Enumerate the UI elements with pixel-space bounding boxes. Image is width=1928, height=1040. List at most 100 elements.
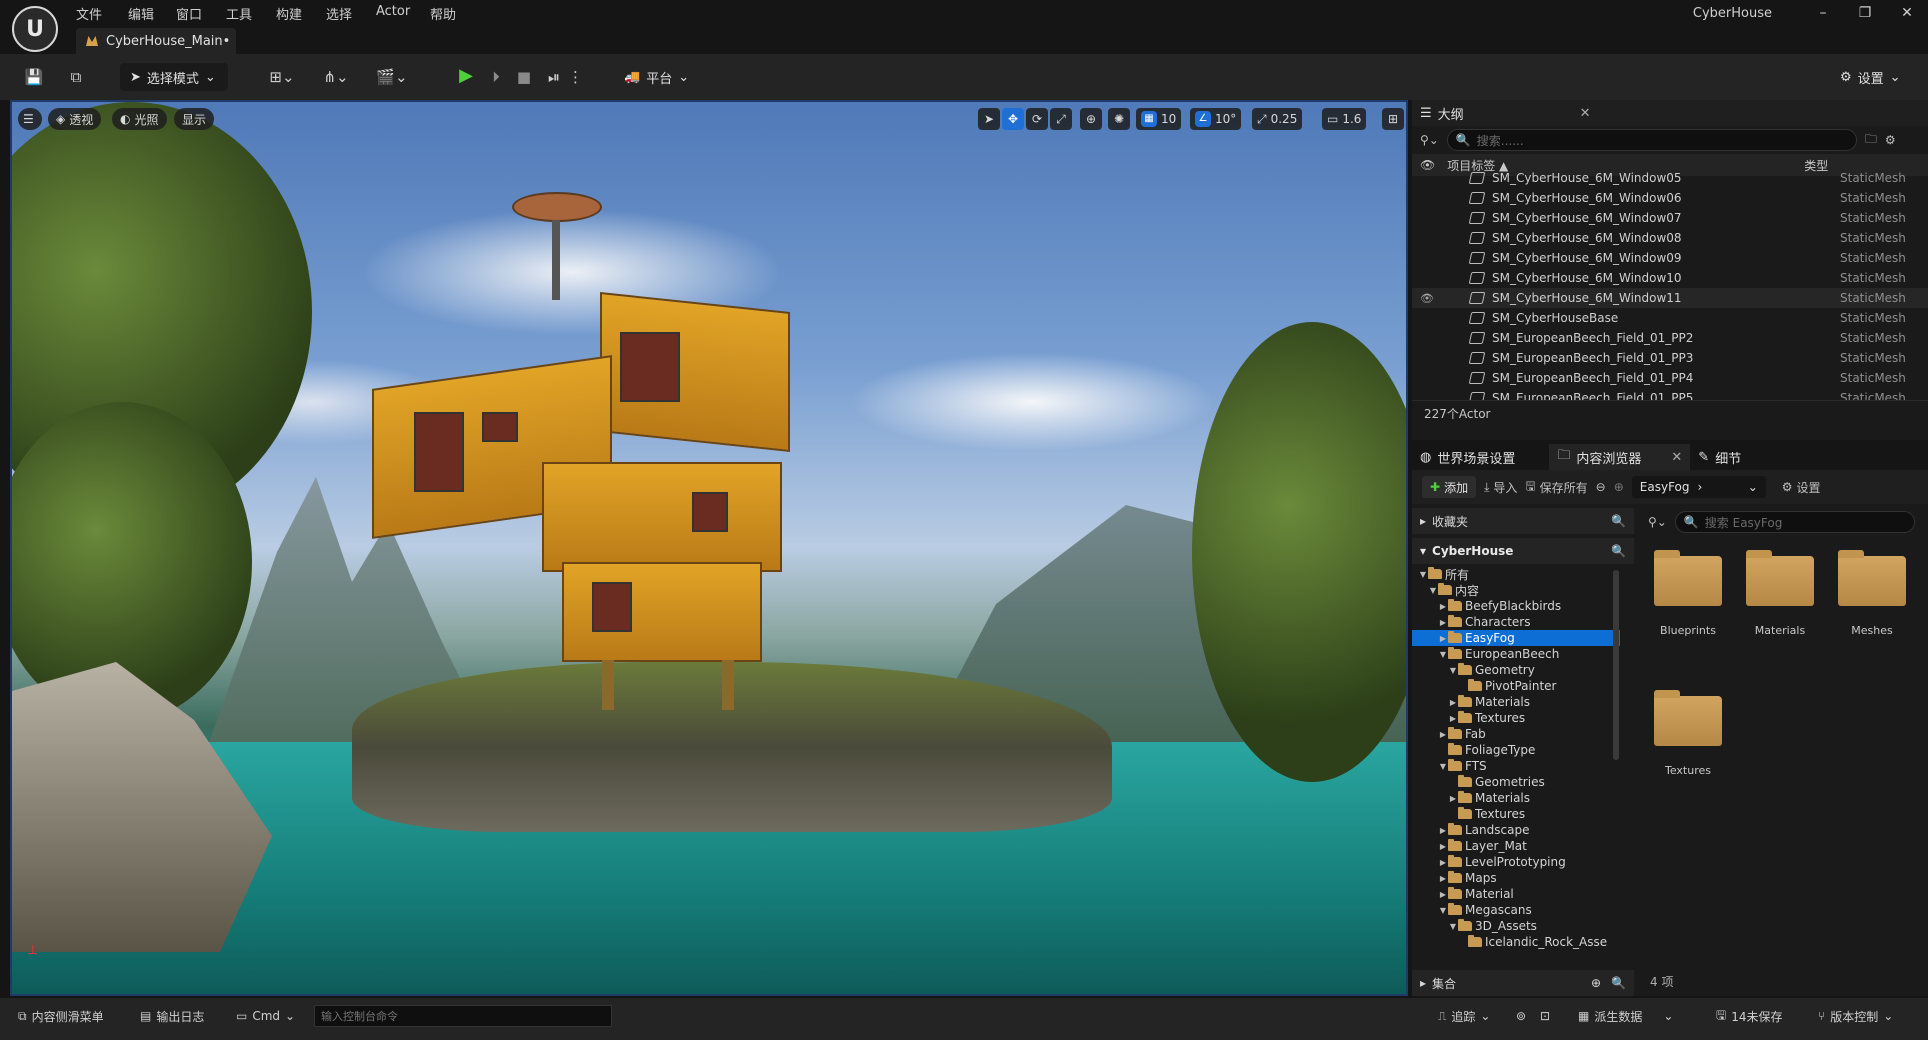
derived-data-button[interactable]: ▦ 派生数据 ⌄ xyxy=(1578,1006,1673,1026)
folder-tree-item[interactable]: ▶ BeefyBlackbirds xyxy=(1412,598,1620,614)
source-control-button[interactable]: ⑂ 版本控制 ⌄ xyxy=(1818,1006,1893,1026)
folder-tree-item[interactable]: ▼ EuropeanBeech xyxy=(1412,646,1620,662)
caret-icon[interactable]: ▶ xyxy=(1438,890,1448,899)
caret-icon[interactable]: ▶ xyxy=(1438,618,1448,627)
world-settings-tab[interactable]: ◍ 世界场景设置 xyxy=(1412,444,1523,470)
outliner-row[interactable]: SM_CyberHouse_6M_Window08 StaticMesh xyxy=(1412,228,1928,248)
caret-icon[interactable]: ▶ xyxy=(1438,874,1448,883)
stop-icon[interactable]: ■ xyxy=(512,66,536,88)
folder-tree-item[interactable]: ▼ 内容 xyxy=(1412,582,1620,598)
folder-tree-item[interactable]: ▶ Characters xyxy=(1412,614,1620,630)
caret-icon[interactable]: ▶ xyxy=(1438,842,1448,851)
translate-tool-icon[interactable]: ✥ xyxy=(1002,108,1024,130)
close-window-icon[interactable]: ✕ xyxy=(1892,2,1922,24)
outliner-row[interactable]: SM_EuropeanBeech_Field_01_PP5 StaticMesh xyxy=(1412,388,1928,400)
path-breadcrumb[interactable]: EasyFog › ⌄ xyxy=(1631,476,1766,498)
show-chip[interactable]: 显示 xyxy=(174,108,215,130)
folder-tree-item[interactable]: ▶ LevelPrototyping xyxy=(1412,854,1620,870)
outliner-row[interactable]: SM_CyberHouse_6M_Window09 StaticMesh xyxy=(1412,248,1928,268)
outliner-row[interactable]: SM_CyberHouseBase StaticMesh xyxy=(1412,308,1928,328)
asset-search-input[interactable]: 🔍 搜索 EasyFog xyxy=(1674,511,1915,533)
caret-icon[interactable]: ▶ xyxy=(1448,794,1458,803)
caret-icon[interactable]: ▶ xyxy=(1438,602,1448,611)
cinematics-icon[interactable]: 🎬⌄ xyxy=(372,66,412,88)
play-options-icon[interactable]: ⏯ xyxy=(542,66,566,88)
menu-edit[interactable]: 编辑 xyxy=(128,4,154,23)
folder-tree-item[interactable]: ▼ FTS xyxy=(1412,758,1620,774)
tree-scrollbar[interactable] xyxy=(1613,570,1619,760)
outliner-tab[interactable]: ☰ 大纲 ✕ xyxy=(1412,100,1928,126)
project-section[interactable]: ▾ CyberHouse 🔍 xyxy=(1412,538,1634,564)
content-drawer-button[interactable]: ⧉ 内容侧滑菜单 xyxy=(18,1006,104,1026)
folder-tree-item[interactable]: ▶ Layer_Mat xyxy=(1412,838,1620,854)
close-tab-icon[interactable]: ✕ xyxy=(1671,450,1682,465)
add-actor-icon[interactable]: ⊞⌄ xyxy=(264,66,300,88)
output-log-button[interactable]: ▤ 输出日志 xyxy=(140,1006,204,1026)
folder-tree-item[interactable]: ▶ Textures xyxy=(1412,710,1620,726)
close-tab-icon[interactable]: ✕ xyxy=(1580,106,1591,121)
outliner-row[interactable]: SM_EuropeanBeech_Field_01_PP3 StaticMesh xyxy=(1412,348,1928,368)
menu-window[interactable]: 窗口 xyxy=(176,4,202,23)
forward-icon[interactable]: ⊕ xyxy=(1614,480,1624,494)
folder-tree-item[interactable]: ▶ Materials xyxy=(1412,694,1620,710)
caret-icon[interactable]: ▶ xyxy=(1448,698,1458,707)
menu-tools[interactable]: 工具 xyxy=(226,4,252,23)
caret-icon[interactable]: ▶ xyxy=(1438,826,1448,835)
folder-tree-item[interactable]: ▼ 所有 xyxy=(1412,566,1620,582)
favorites-section[interactable]: ▸ 收藏夹 🔍 xyxy=(1412,508,1634,534)
perspective-chip[interactable]: ◈ 透视 xyxy=(48,108,102,130)
collections-section[interactable]: ▸ 集合 ⊕ 🔍 xyxy=(1412,970,1634,996)
step-icon[interactable]: ⏵ xyxy=(484,66,508,88)
folder-tree-item[interactable]: ▶ Landscape xyxy=(1412,822,1620,838)
save-icon[interactable]: 💾 xyxy=(22,66,46,88)
folder-tree-item[interactable]: ▶ EasyFog xyxy=(1412,630,1620,646)
folder-tree-item[interactable]: ▶ Fab xyxy=(1412,726,1620,742)
filter-icon[interactable]: ⚲⌄ xyxy=(1648,515,1667,529)
more-options-icon[interactable]: ⋮ xyxy=(568,66,583,88)
menu-select[interactable]: 选择 xyxy=(326,4,352,23)
search-icon[interactable]: 🔍 xyxy=(1611,976,1626,990)
viewport-layout-icon[interactable]: ⊞ xyxy=(1382,108,1404,130)
surface-snap-icon[interactable]: ✺ xyxy=(1108,108,1130,130)
caret-icon[interactable]: ▼ xyxy=(1418,570,1428,579)
gear-icon[interactable]: ⚙ xyxy=(1885,133,1896,147)
scale-tool-icon[interactable]: ⤢ xyxy=(1050,108,1072,130)
import-button[interactable]: ⤓ 导入 xyxy=(1484,479,1517,496)
outliner-row[interactable]: SM_CyberHouse_6M_Window07 StaticMesh xyxy=(1412,208,1928,228)
details-tab[interactable]: ✎ 细节 xyxy=(1690,444,1749,470)
asset-folder-materials[interactable]: Materials xyxy=(1740,550,1820,637)
caret-icon[interactable]: ▶ xyxy=(1438,634,1448,643)
level-viewport[interactable]: ☰ ◈ 透视 ◐ 光照 显示 ➤ ✥ ⟳ ⤢ ⊕ ✺ ▦ 10 ∠ 10° ⤢ 0.25 … xyxy=(10,100,1408,996)
camera-speed-control[interactable]: ▭ 1.6 xyxy=(1322,108,1367,130)
outliner-row[interactable]: SM_EuropeanBeech_Field_01_PP2 StaticMesh xyxy=(1412,328,1928,348)
record-icon[interactable]: ⊚ xyxy=(1516,1006,1526,1026)
outliner-list[interactable]: SM_CyberHouse_6M_Window05 StaticMesh SM_Cy… xyxy=(1412,168,1928,400)
folder-tree-item[interactable]: Textures xyxy=(1412,806,1620,822)
restore-icon[interactable]: ❐ xyxy=(1850,2,1880,24)
rotate-tool-icon[interactable]: ⟳ xyxy=(1026,108,1048,130)
folder-tree-item[interactable]: ▶ Maps xyxy=(1412,870,1620,886)
folder-tree-item[interactable]: ▼ Megascans xyxy=(1412,902,1620,918)
folder-tree-item[interactable]: ▼ Geometry xyxy=(1412,662,1620,678)
cb-settings-button[interactable]: ⚙ 设置 xyxy=(1782,479,1821,496)
rotate-snap-control[interactable]: ∠ 10° xyxy=(1190,108,1242,130)
grid-snap-control[interactable]: ▦ 10 xyxy=(1136,108,1182,130)
settings-button[interactable]: ⚙ 设置 ⌄ xyxy=(1830,63,1911,91)
menu-actor[interactable]: Actor xyxy=(376,4,410,19)
caret-icon[interactable]: ▶ xyxy=(1438,730,1448,739)
lit-chip[interactable]: ◐ 光照 xyxy=(112,108,167,130)
play-icon[interactable]: ▶ xyxy=(454,65,478,87)
menu-build[interactable]: 构建 xyxy=(276,4,302,23)
screenshot-icon[interactable]: ⊡ xyxy=(1540,1006,1550,1026)
menu-file[interactable]: 文件 xyxy=(76,4,102,23)
folder-tree-item[interactable]: ▶ Materials xyxy=(1412,790,1620,806)
caret-icon[interactable]: ▼ xyxy=(1438,906,1448,915)
folder-tree-item[interactable]: PivotPainter xyxy=(1412,678,1620,694)
asset-folder-textures[interactable]: Textures xyxy=(1648,690,1728,777)
platform-button[interactable]: 🚚 平台 ⌄ xyxy=(614,63,699,91)
minimize-icon[interactable]: – xyxy=(1808,2,1838,24)
scale-snap-control[interactable]: ⤢ 0.25 xyxy=(1252,108,1303,130)
folder-tree-item[interactable]: ▼ 3D_Assets xyxy=(1412,918,1620,934)
folder-tree-item[interactable]: FoliageType xyxy=(1412,742,1620,758)
caret-icon[interactable]: ▶ xyxy=(1448,714,1458,723)
